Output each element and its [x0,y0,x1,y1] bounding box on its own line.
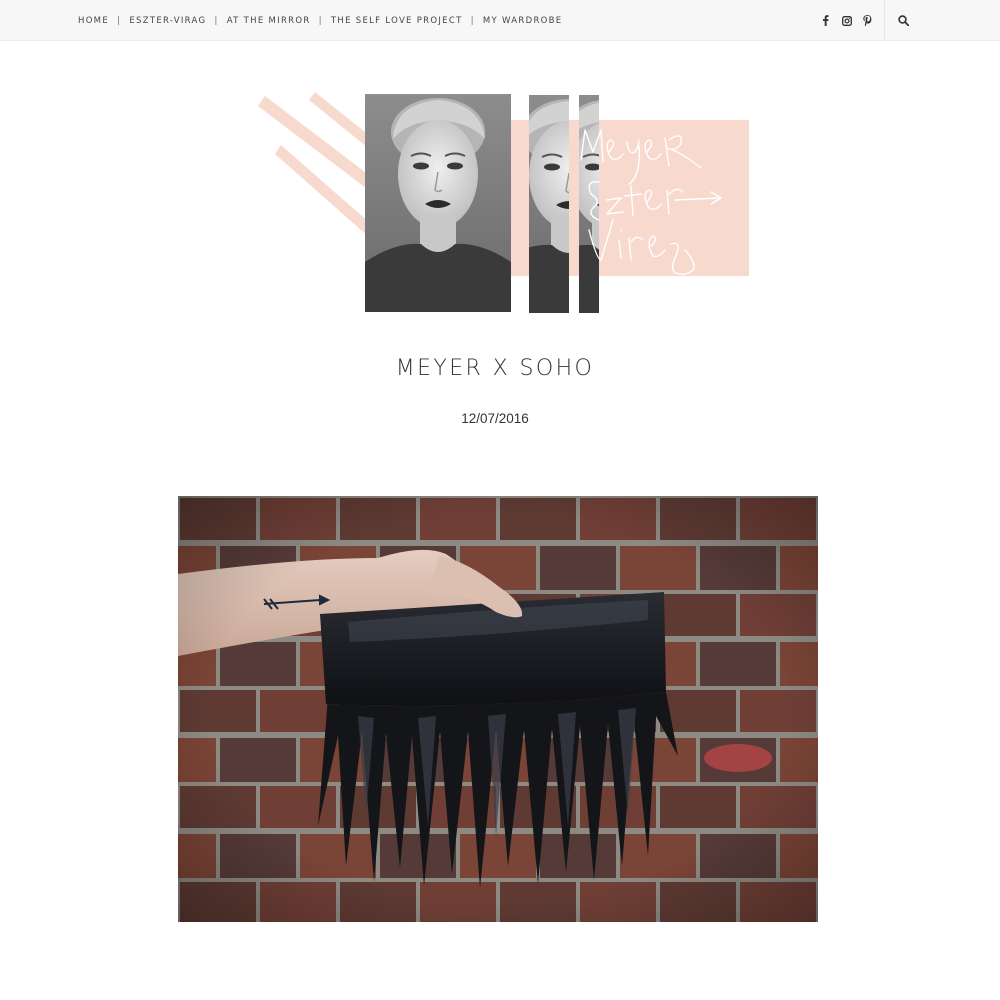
pinterest-icon[interactable] [857,0,878,41]
nav-separator: | [214,15,219,26]
instagram-icon[interactable] [836,0,857,41]
nav-separator: | [117,15,122,26]
site-logo[interactable] [255,90,755,316]
nav-item-my-wardrobe[interactable]: MY WARDROBE [483,16,563,26]
facebook-icon[interactable] [815,0,836,41]
search-button[interactable] [884,0,922,41]
nav-item-home[interactable]: HOME [78,16,109,26]
nav-item-eszter-virag[interactable]: ESZTER-VIRAG [129,16,206,26]
logo-artwork [258,92,749,313]
nav-separator: | [318,15,323,26]
post-date: 12/07/2016 [461,411,529,426]
nav-separator: | [470,15,475,26]
social-links [815,0,885,41]
post-title[interactable]: MEYER X SOHO [0,356,990,381]
nav-item-at-the-mirror[interactable]: AT THE MIRROR [227,16,311,26]
nav-item-self-love-project[interactable]: THE SELF LOVE PROJECT [331,16,463,26]
top-navigation-bar: HOME | ESZTER-VIRAG | AT THE MIRROR | TH… [0,0,1000,41]
search-icon [898,15,909,26]
main-menu: HOME | ESZTER-VIRAG | AT THE MIRROR | TH… [78,0,562,41]
featured-image[interactable] [178,496,818,922]
